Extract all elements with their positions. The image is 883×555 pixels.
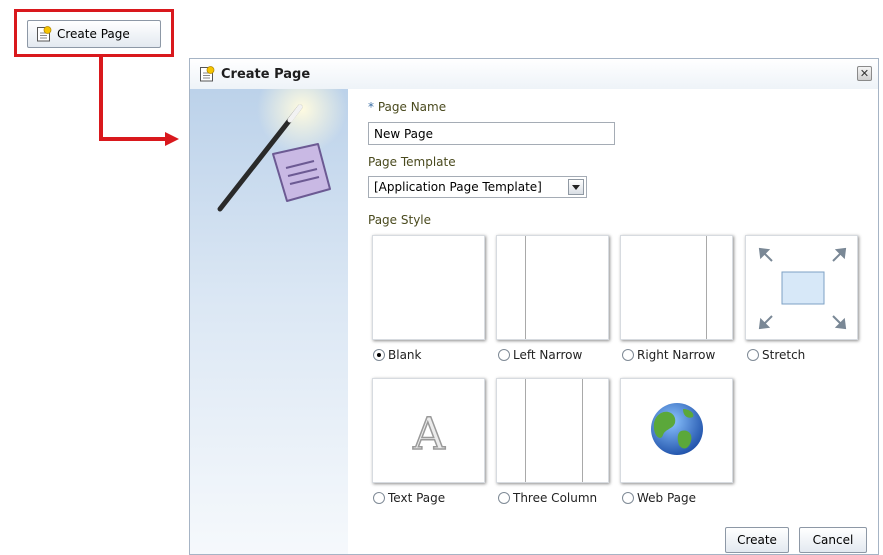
style-option-label: Web Page — [637, 491, 697, 505]
magic-wand-icon — [217, 89, 347, 212]
page-template-label: Page Template — [368, 155, 456, 169]
style-tile-stretch[interactable] — [745, 235, 858, 340]
column-divider — [525, 379, 526, 482]
style-option-label: Stretch — [762, 348, 806, 362]
column-divider — [525, 236, 526, 339]
radio-button[interactable] — [498, 492, 510, 504]
create-button[interactable]: Create — [725, 527, 789, 553]
page-name-label-text: Page Name — [377, 100, 447, 114]
letter-a-icon: A — [411, 408, 447, 461]
dialog-title-bar[interactable]: Create Page — [190, 59, 878, 89]
callout-arrow-line — [99, 57, 103, 141]
new-page-icon — [37, 26, 52, 42]
style-option-label: Blank — [388, 348, 422, 362]
style-option-stretch[interactable]: Stretch — [747, 348, 805, 362]
style-tile-blank[interactable] — [372, 235, 485, 340]
create-page-trigger-label: Create Page — [57, 27, 130, 41]
cancel-button[interactable]: Cancel — [799, 527, 867, 553]
dialog-illustration — [190, 89, 348, 554]
style-tile-left-narrow[interactable] — [496, 235, 609, 340]
style-option-blank[interactable]: Blank — [373, 348, 421, 362]
style-option-label: Three Column — [513, 491, 598, 505]
globe-icon — [651, 403, 703, 455]
create-page-trigger-button[interactable]: Create Page — [27, 20, 161, 48]
radio-button[interactable] — [622, 492, 634, 504]
page-template-select[interactable]: [Application Page Template] — [368, 176, 587, 198]
style-option-left-narrow[interactable]: Left Narrow — [498, 348, 582, 362]
required-mark: * — [368, 100, 374, 114]
expand-arrows-icon — [758, 247, 847, 330]
radio-button[interactable] — [498, 349, 510, 361]
style-option-web-page[interactable]: Web Page — [622, 491, 696, 505]
new-page-icon — [200, 66, 215, 82]
radio-button[interactable] — [622, 349, 634, 361]
style-option-label: Text Page — [388, 491, 446, 505]
style-tile-text-page[interactable]: A — [372, 378, 485, 483]
style-option-label: Right Narrow — [637, 348, 716, 362]
style-tile-three-column[interactable] — [496, 378, 609, 483]
column-divider — [582, 379, 583, 482]
style-tile-web-page[interactable] — [620, 378, 733, 483]
page-style-label: Page Style — [368, 213, 432, 227]
style-option-right-narrow[interactable]: Right Narrow — [622, 348, 715, 362]
svg-text:A: A — [412, 409, 446, 460]
dialog-title: Create Page — [221, 66, 311, 82]
callout-arrow-line — [99, 137, 167, 141]
column-divider — [706, 236, 707, 339]
style-option-three-column[interactable]: Three Column — [498, 491, 597, 505]
style-option-text-page[interactable]: Text Page — [373, 491, 445, 505]
radio-button[interactable] — [373, 492, 385, 504]
page-name-input[interactable] — [368, 122, 615, 145]
radio-button[interactable] — [373, 349, 385, 361]
style-tile-right-narrow[interactable] — [620, 235, 733, 340]
page-name-label: * Page Name — [368, 100, 446, 114]
close-icon[interactable]: ✕ — [857, 66, 872, 81]
create-page-dialog: Create Page ✕ * Page Name New Page Page … — [189, 58, 879, 555]
radio-button[interactable] — [747, 349, 759, 361]
callout-arrow-head — [165, 132, 179, 146]
style-option-label: Left Narrow — [513, 348, 583, 362]
document-icon — [272, 143, 331, 202]
dropdown-arrow-icon[interactable] — [568, 179, 584, 195]
page-template-value: [Application Page Template] — [374, 180, 542, 194]
